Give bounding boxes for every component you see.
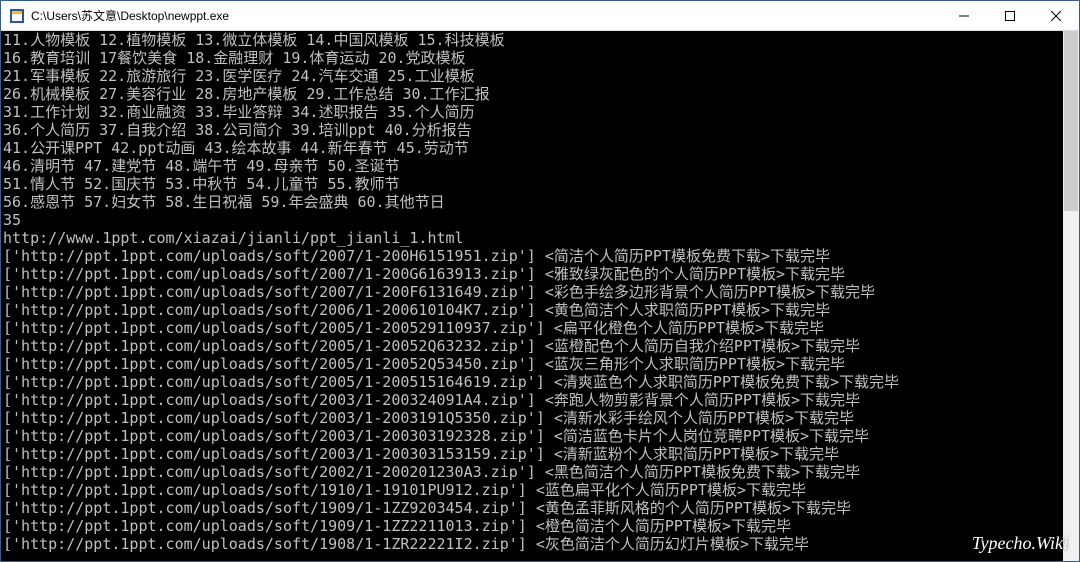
vertical-scrollbar[interactable] xyxy=(1063,31,1079,561)
window-title: C:\Users\苏文意\Desktop\newppt.exe xyxy=(31,7,941,24)
scrollbar-thumb[interactable] xyxy=(1064,31,1078,211)
application-window: C:\Users\苏文意\Desktop\newppt.exe 11.人物模板 … xyxy=(0,0,1080,562)
console-output[interactable]: 11.人物模板 12.植物模板 13.微立体模板 14.中国风模板 15.科技模… xyxy=(1,31,1079,561)
close-button[interactable] xyxy=(1033,1,1079,30)
app-icon xyxy=(9,8,25,24)
minimize-button[interactable] xyxy=(941,1,987,30)
window-controls xyxy=(941,1,1079,30)
maximize-button[interactable] xyxy=(987,1,1033,30)
titlebar[interactable]: C:\Users\苏文意\Desktop\newppt.exe xyxy=(1,1,1079,31)
